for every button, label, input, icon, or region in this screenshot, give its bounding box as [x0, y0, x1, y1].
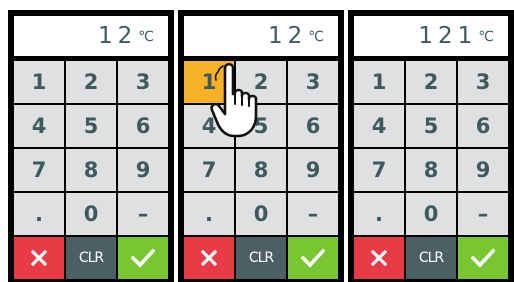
clear-button[interactable]: CLR: [66, 237, 116, 279]
key-decimal[interactable]: .: [354, 193, 404, 235]
display-value: 12: [97, 23, 138, 49]
key-2[interactable]: 2: [66, 61, 116, 103]
checkmark-icon: [131, 248, 155, 268]
key-5[interactable]: 5: [66, 105, 116, 147]
confirm-button[interactable]: [118, 237, 168, 279]
temperature-display: 12 ℃: [14, 16, 168, 56]
display-value: 121: [418, 23, 478, 49]
keypad-panel-1: 12 ℃ 1 2 3 4 5 6 7 8 9 . 0 – CLR: [8, 10, 174, 282]
key-8[interactable]: 8: [66, 149, 116, 191]
key-9[interactable]: 9: [288, 149, 338, 191]
key-0[interactable]: 0: [66, 193, 116, 235]
key-8[interactable]: 8: [406, 149, 456, 191]
cancel-button[interactable]: [14, 237, 64, 279]
keypad-grid: 1 2 3 4 5 6 7 8 9 . 0 – CLR: [184, 61, 338, 279]
cancel-button[interactable]: [184, 237, 234, 279]
clear-button[interactable]: CLR: [406, 237, 456, 279]
keypad-grid: 1 2 3 4 5 6 7 8 9 . 0 – CLR: [354, 61, 508, 279]
key-minus[interactable]: –: [118, 193, 168, 235]
keypad-grid: 1 2 3 4 5 6 7 8 9 . 0 – CLR: [14, 61, 168, 279]
key-7[interactable]: 7: [184, 149, 234, 191]
key-2[interactable]: 2: [406, 61, 456, 103]
key-decimal[interactable]: .: [184, 193, 234, 235]
key-9[interactable]: 9: [118, 149, 168, 191]
temperature-display: 121 ℃: [354, 16, 508, 56]
cancel-button[interactable]: [354, 237, 404, 279]
key-decimal[interactable]: .: [14, 193, 64, 235]
checkmark-icon: [301, 248, 325, 268]
key-9[interactable]: 9: [458, 149, 508, 191]
close-icon: [31, 250, 47, 266]
key-3[interactable]: 3: [118, 61, 168, 103]
key-3[interactable]: 3: [458, 61, 508, 103]
confirm-button[interactable]: [458, 237, 508, 279]
key-6[interactable]: 6: [118, 105, 168, 147]
key-0[interactable]: 0: [406, 193, 456, 235]
keypad-panel-3: 121 ℃ 1 2 3 4 5 6 7 8 9 . 0 – CLR: [348, 10, 514, 282]
key-8[interactable]: 8: [236, 149, 286, 191]
key-4[interactable]: 4: [354, 105, 404, 147]
key-4[interactable]: 4: [14, 105, 64, 147]
key-0[interactable]: 0: [236, 193, 286, 235]
key-7[interactable]: 7: [14, 149, 64, 191]
key-5[interactable]: 5: [406, 105, 456, 147]
close-icon: [201, 250, 217, 266]
key-minus[interactable]: –: [288, 193, 338, 235]
display-value: 12: [267, 23, 308, 49]
key-3[interactable]: 3: [288, 61, 338, 103]
key-minus[interactable]: –: [458, 193, 508, 235]
key-7[interactable]: 7: [354, 149, 404, 191]
key-2[interactable]: 2: [236, 61, 286, 103]
key-4[interactable]: 4: [184, 105, 234, 147]
key-6[interactable]: 6: [288, 105, 338, 147]
display-unit: ℃: [478, 29, 494, 45]
key-5[interactable]: 5: [236, 105, 286, 147]
display-unit: ℃: [138, 29, 154, 45]
keypad-demo: 12 ℃ 1 2 3 4 5 6 7 8 9 . 0 – CLR 12 ℃ 1 …: [0, 0, 514, 282]
clear-button[interactable]: CLR: [236, 237, 286, 279]
checkmark-icon: [471, 248, 495, 268]
key-6[interactable]: 6: [458, 105, 508, 147]
temperature-display: 12 ℃: [184, 16, 338, 56]
confirm-button[interactable]: [288, 237, 338, 279]
keypad-panel-2: 12 ℃ 1 2 3 4 5 6 7 8 9 . 0 – CLR: [178, 10, 344, 282]
display-unit: ℃: [308, 29, 324, 45]
close-icon: [371, 250, 387, 266]
key-1[interactable]: 1: [14, 61, 64, 103]
key-1[interactable]: 1: [354, 61, 404, 103]
key-1[interactable]: 1: [184, 61, 234, 103]
